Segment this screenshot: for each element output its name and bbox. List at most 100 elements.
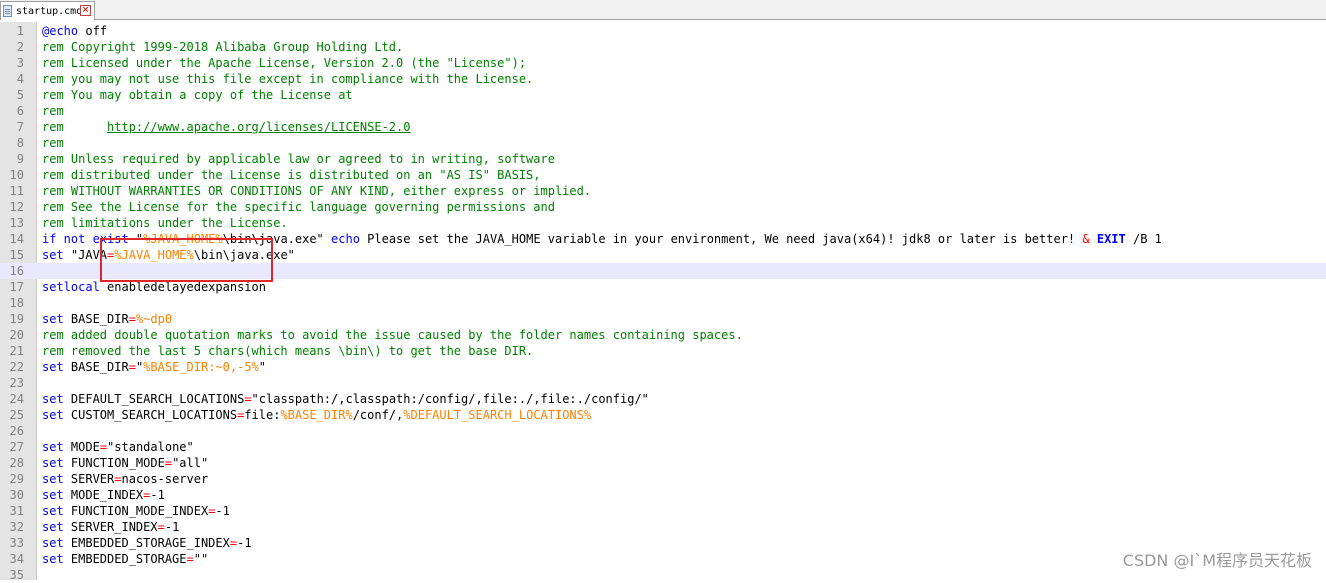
code-token: set (42, 520, 64, 534)
code-token: = (164, 456, 173, 470)
line-number: 11 (9, 184, 24, 198)
line-code: set MODE_INDEX=-1 (42, 487, 165, 503)
code-line[interactable]: 30 set MODE_INDEX=-1 (0, 487, 1326, 503)
line-number: 1 (16, 24, 24, 38)
tab-startup-cmd[interactable]: startup.cmd × (0, 1, 95, 20)
code-token: & (1082, 232, 1090, 246)
code-line[interactable]: 8 rem (0, 135, 1326, 151)
line-code: rem You may obtain a copy of the License… (42, 87, 353, 103)
code-line[interactable]: 2 rem Copyright 1999-2018 Alibaba Group H… (0, 39, 1326, 55)
line-number: 14 (9, 232, 24, 246)
line-code: rem distributed under the License is dis… (42, 167, 541, 183)
close-icon[interactable]: × (80, 5, 91, 16)
code-line[interactable]: 19 set BASE_DIR=%~dp0 (0, 311, 1326, 327)
code-token: rem WITHOUT WARRANTIES OR CONDITIONS OF … (42, 184, 592, 198)
line-number: 20 (9, 328, 24, 342)
code-token: set (42, 552, 64, 566)
code-token: enabledelayedexpansion (99, 280, 266, 294)
code-line[interactable]: 5 rem You may obtain a copy of the Licens… (0, 87, 1326, 103)
code-token: -1 (150, 488, 165, 502)
code-line[interactable]: 29 set SERVER=nacos-server (0, 471, 1326, 487)
code-token: @echo (42, 24, 79, 38)
code-line[interactable]: 18 (0, 295, 1326, 311)
code-line[interactable]: 12 rem See the License for the specific l… (0, 199, 1326, 215)
code-token: set (42, 392, 64, 406)
line-number: 16 (9, 264, 24, 278)
code-token: rem Copyright 1999-2018 Alibaba Group Ho… (42, 40, 404, 54)
code-editor[interactable]: 1 @echo off 2 rem Copyright 1999-2018 Aliba… (0, 22, 1326, 583)
code-line[interactable]: 25 set CUSTOM_SEARCH_LOCATIONS=file:%BASE… (0, 407, 1326, 423)
code-line[interactable]: 11 rem WITHOUT WARRANTIES OR CONDITIONS O… (0, 183, 1326, 199)
code-line[interactable]: 31 set FUNCTION_MODE_INDEX=-1 (0, 503, 1326, 519)
line-code: set "JAVA=%JAVA_HOME%\bin\java.exe" (42, 247, 295, 263)
code-token: rem limitations under the License. (42, 216, 288, 230)
code-line[interactable]: 6 rem (0, 103, 1326, 119)
code-token: rem added double quotation marks to avoi… (42, 328, 743, 342)
code-token: set (42, 536, 64, 550)
code-token: %DEFAULT_SEARCH_LOCATIONS% (403, 408, 592, 422)
license-link[interactable]: http://www.apache.org/licenses/LICENSE-2… (107, 120, 410, 134)
code-line[interactable]: 28 set FUNCTION_MODE="all" (0, 455, 1326, 471)
code-line[interactable]: 13 rem limitations under the License. (0, 215, 1326, 231)
code-line[interactable]: 32 set SERVER_INDEX=-1 (0, 519, 1326, 535)
line-code: set BASE_DIR=%~dp0 (42, 311, 172, 327)
line-code: set EMBEDDED_STORAGE="" (42, 551, 208, 567)
code-token: = (128, 312, 136, 326)
line-number: 22 (9, 360, 24, 374)
code-token: rem Licensed under the Apache License, V… (42, 56, 527, 70)
code-token: = (99, 440, 108, 454)
code-line[interactable]: 14 if not exist "%JAVA_HOME%\bin\java.exe… (0, 231, 1326, 247)
code-token: = (244, 392, 252, 406)
code-token: %BASE_DIR:~0,-5% (143, 360, 259, 374)
code-token: set (42, 440, 64, 454)
code-token: rem distributed under the License is dis… (42, 168, 541, 182)
code-line[interactable]: 7 rem http://www.apache.org/licenses/LICE… (0, 119, 1326, 135)
code-token: set (42, 360, 64, 374)
line-number: 3 (16, 56, 24, 70)
code-line[interactable]: 24 set DEFAULT_SEARCH_LOCATIONS="classpat… (0, 391, 1326, 407)
line-code: rem See the License for the specific lan… (42, 199, 555, 215)
code-line[interactable]: 17 setlocal enabledelayedexpansion (0, 279, 1326, 295)
line-code: set MODE="standalone" (42, 439, 194, 455)
code-token: rem (42, 136, 64, 150)
code-line[interactable]: 23 (0, 375, 1326, 391)
code-line[interactable]: 3 rem Licensed under the Apache License, … (0, 55, 1326, 71)
code-line[interactable]: 10 rem distributed under the License is d… (0, 167, 1326, 183)
line-number: 28 (9, 456, 24, 470)
code-line[interactable]: 26 (0, 423, 1326, 439)
line-code: rem WITHOUT WARRANTIES OR CONDITIONS OF … (42, 183, 591, 199)
code-line[interactable]: 9 rem Unless required by applicable law o… (0, 151, 1326, 167)
code-token: = (114, 472, 122, 486)
code-token: "all" (172, 456, 209, 470)
line-number: 32 (9, 520, 24, 534)
code-token: EMBEDDED_STORAGE (63, 552, 187, 566)
line-code: rem Unless required by applicable law or… (42, 151, 555, 167)
code-token: set (42, 248, 64, 262)
code-token: \bin\java.exe" (193, 248, 295, 262)
code-token: /B 1 (1125, 232, 1162, 246)
line-code: set FUNCTION_MODE_INDEX=-1 (42, 503, 230, 519)
code-line[interactable]: 22 set BASE_DIR="%BASE_DIR:~0,-5%" (0, 359, 1326, 375)
file-icon (3, 5, 12, 17)
line-number: 26 (9, 424, 24, 438)
code-token: %~dp0 (135, 312, 173, 326)
line-number: 31 (9, 504, 24, 518)
code-area[interactable]: 1 @echo off 2 rem Copyright 1999-2018 Aliba… (0, 23, 1326, 583)
code-token: FUNCTION_MODE (63, 456, 165, 470)
code-line[interactable]: 1 @echo off (0, 23, 1326, 39)
code-line[interactable]: 4 rem you may not use this file except in… (0, 71, 1326, 87)
code-line[interactable]: 27 set MODE="standalone" (0, 439, 1326, 455)
code-line[interactable]: 21 rem removed the last 5 chars(which mea… (0, 343, 1326, 359)
line-code: set SERVER_INDEX=-1 (42, 519, 179, 535)
code-line[interactable]: 20 rem added double quotation marks to av… (0, 327, 1326, 343)
line-number: 18 (9, 296, 24, 310)
code-token: "classpath:/,classpath:/config/,file:./,… (251, 392, 649, 406)
code-token: "standalone" (107, 440, 194, 454)
code-token: set (42, 488, 64, 502)
line-number: 15 (9, 248, 24, 262)
code-token: file: (244, 408, 281, 422)
line-number: 21 (9, 344, 24, 358)
code-line[interactable]: 15 set "JAVA=%JAVA_HOME%\bin\java.exe" (0, 247, 1326, 263)
line-number: 25 (9, 408, 24, 422)
code-line[interactable]: 16 (0, 263, 1326, 279)
